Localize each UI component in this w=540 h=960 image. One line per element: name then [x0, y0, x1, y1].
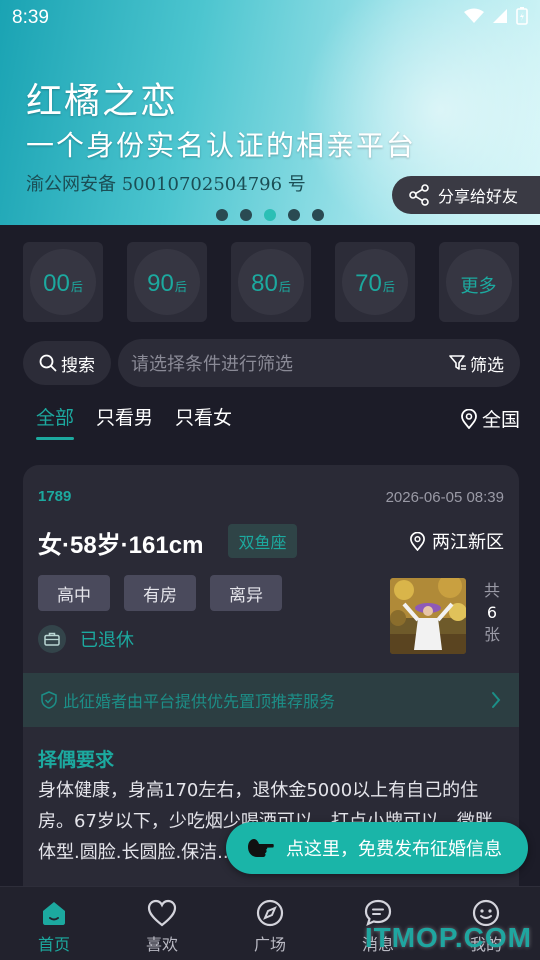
carousel-dot[interactable]	[240, 209, 252, 221]
search-button-label: 搜索	[61, 355, 95, 376]
profile-timestamp: 2026-06-05 08:39	[385, 489, 504, 506]
profile-location: 两江新区	[409, 528, 504, 554]
tag-marital-status: 离异	[210, 575, 282, 611]
carousel-dot[interactable]	[216, 209, 228, 221]
filter-placeholder: 请选择条件进行筛选	[131, 354, 293, 375]
pointing-hand-icon	[248, 839, 274, 857]
nav-likes-label: 喜欢	[145, 935, 178, 954]
publish-profile-button[interactable]: 点这里，免费发布征婚信息	[226, 822, 528, 874]
profile-occupation: 已退休	[38, 625, 134, 653]
battery-icon	[516, 7, 528, 25]
carousel-dot[interactable]	[264, 209, 276, 221]
age-filter-80[interactable]: 80 后	[231, 242, 311, 322]
banner-subtitle: 一个身份实名认证的相亲平台	[26, 129, 417, 162]
search-button[interactable]: 搜索	[23, 341, 111, 385]
banner-carousel[interactable]: 8:39 红橘之恋 一个身份实名认证的相亲平台 渝公网安备 5001070250…	[0, 0, 540, 225]
carousel-dots	[216, 209, 324, 221]
priority-service-text: 此征婚者由平台提供优先置顶推荐服务	[63, 692, 336, 711]
tab-male-only[interactable]: 只看男	[96, 403, 153, 440]
signal-icon	[493, 9, 507, 23]
nav-home-label: 首页	[37, 935, 70, 954]
occupation-label: 已退休	[80, 630, 134, 651]
filter-label: 筛选	[470, 355, 504, 376]
profile-id: 1789	[38, 488, 72, 505]
filter-input[interactable]: 请选择条件进行筛选 筛选	[118, 339, 520, 387]
status-icons	[464, 7, 528, 25]
share-label: 分享给好友	[438, 187, 519, 206]
status-time: 8:39	[12, 7, 49, 28]
nav-plaza-label: 广场	[253, 935, 286, 954]
filter-icon	[449, 355, 466, 370]
nav-home[interactable]: 首页	[0, 887, 108, 960]
tab-female-only[interactable]: 只看女	[175, 403, 232, 440]
nav-likes[interactable]: 喜欢	[108, 887, 216, 960]
search-icon	[39, 354, 57, 372]
carousel-dot[interactable]	[288, 209, 300, 221]
home-icon	[43, 902, 65, 925]
heart-icon	[147, 899, 177, 927]
compass-icon	[256, 899, 284, 927]
wifi-icon	[464, 8, 484, 23]
age-filter-90[interactable]: 90 后	[127, 242, 207, 322]
region-label: 全国	[481, 409, 520, 431]
profile-photo[interactable]	[390, 578, 466, 654]
chevron-right-icon	[492, 692, 501, 708]
location-pin-icon	[461, 408, 477, 429]
region-selector[interactable]: 全国	[460, 405, 520, 432]
age-filter-70[interactable]: 70 后	[335, 242, 415, 322]
age-filter-more[interactable]: 更多	[439, 242, 519, 322]
requirements-title: 择偶要求	[38, 749, 115, 771]
tag-education: 高中	[38, 575, 110, 611]
tab-all[interactable]: 全部	[36, 403, 75, 440]
briefcase-icon	[38, 625, 66, 653]
gender-tabs: 全部 只看男 只看女	[36, 403, 232, 440]
share-button[interactable]: 分享给好友	[392, 176, 540, 214]
priority-service-banner[interactable]: 此征婚者由平台提供优先置顶推荐服务	[23, 673, 519, 727]
banner-icp-number: 渝公网安备 50010702504796 号	[26, 174, 306, 195]
location-label: 两江新区	[432, 532, 504, 553]
nav-plaza[interactable]: 广场	[216, 887, 324, 960]
filter-button[interactable]: 筛选	[449, 351, 504, 376]
location-pin-icon	[410, 531, 425, 551]
watermark: ITMOP.COM	[364, 922, 532, 953]
tag-housing: 有房	[124, 575, 196, 611]
zodiac-badge: 双鱼座	[228, 524, 297, 558]
publish-profile-label: 点这里，免费发布征婚信息	[286, 839, 502, 860]
photo-count: 共 6 张	[483, 581, 500, 644]
status-bar: 8:39	[0, 0, 540, 36]
age-filter-row: 00 后 90 后 80 后 70 后 更多	[23, 242, 519, 322]
carousel-dot[interactable]	[312, 209, 324, 221]
profile-headline: 女·58岁·161cm	[38, 532, 204, 559]
age-filter-00[interactable]: 00 后	[23, 242, 103, 322]
profile-tags: 高中 有房 离异	[38, 575, 282, 611]
shield-check-icon	[41, 691, 57, 709]
banner-title: 红橘之恋	[26, 81, 179, 122]
share-icon	[409, 184, 429, 206]
